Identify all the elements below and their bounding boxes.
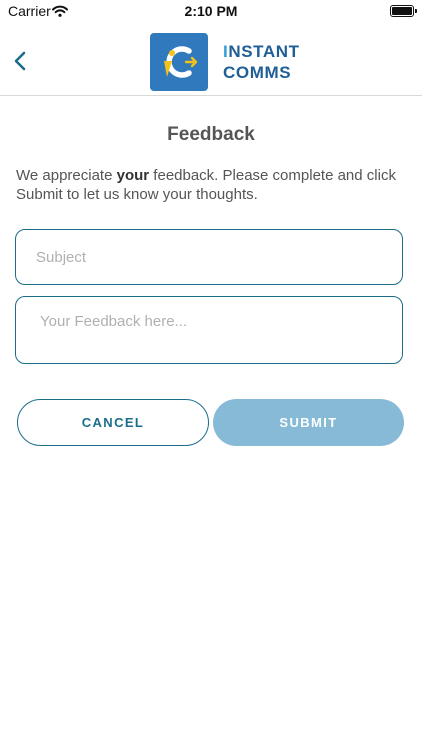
app-logo: [150, 33, 208, 91]
feedback-field[interactable]: [15, 296, 403, 364]
brand-name-line-1: INSTANT: [223, 42, 300, 61]
subject-input[interactable]: [36, 247, 386, 267]
subject-field[interactable]: [15, 229, 403, 285]
battery-icon: [390, 5, 417, 17]
status-bar: Carrier 2:10 PM: [0, 0, 422, 24]
navigation-bar: INSTANT COMMS: [0, 24, 422, 96]
intro-text: We appreciate your feedback. Please comp…: [16, 167, 396, 203]
cancel-button[interactable]: CANCEL: [17, 399, 209, 446]
clock-time: 2:10 PM: [184, 3, 238, 19]
chevron-left-icon: [14, 51, 26, 71]
back-button[interactable]: [6, 46, 36, 76]
feedback-textarea[interactable]: [40, 313, 380, 353]
page-title: Feedback: [167, 124, 255, 145]
brand-name-line-2: COMMS: [223, 63, 292, 82]
submit-button[interactable]: SUBMIT: [213, 399, 404, 446]
